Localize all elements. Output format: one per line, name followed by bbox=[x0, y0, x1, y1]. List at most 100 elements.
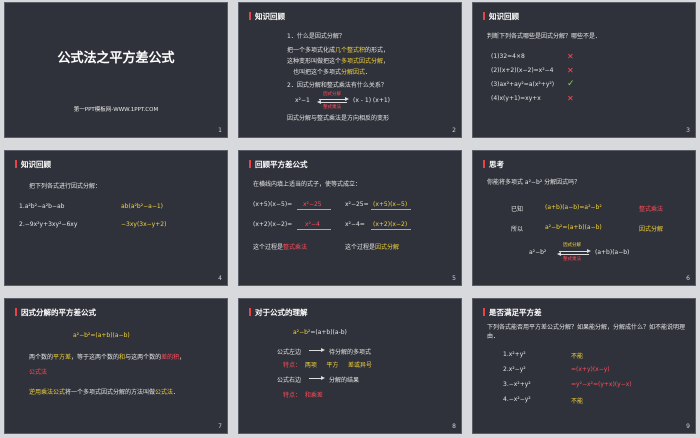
expr-right: (x - 1) (x+1) bbox=[353, 97, 391, 104]
slide-header: 知识回顾 bbox=[483, 11, 519, 22]
question-1: 1．什么是因式分解？ bbox=[287, 33, 345, 40]
slide-header: 思考 bbox=[483, 159, 504, 170]
blank-underline bbox=[297, 209, 331, 210]
row-1-right: x²−25= bbox=[345, 201, 369, 208]
problem-2: 2.−9x²y+3xy²−6xy bbox=[19, 221, 78, 228]
right-arrow-icon bbox=[309, 376, 325, 380]
cross-icon: ✕ bbox=[567, 94, 574, 103]
question-2: 2．因式分解和整式乘法有什么关系？ bbox=[287, 82, 387, 89]
row-2-right: x²−4= bbox=[345, 221, 365, 228]
list-item: (2)(x+2)(x−2)=x²−4 bbox=[491, 67, 554, 74]
answer-2: −3xy(3x−y+2) bbox=[121, 221, 167, 228]
slide-7-thumbnail[interactable]: 因式分解的平方差公式 a²−b²=(a+b)(a−b) 两个数的平方差，等于这两… bbox=[4, 298, 228, 434]
answer-1: ab(a²b²−a−1) bbox=[121, 203, 164, 210]
label-known: 已知 bbox=[511, 206, 524, 213]
slide-number: 4 bbox=[218, 275, 222, 282]
row-2-answer: x²−4 bbox=[305, 221, 320, 228]
slide-8-thumbnail[interactable]: 对于公式的理解 a²−b²=(a+b)(a-b) 公式左边 待分解的多项式 特点… bbox=[238, 298, 462, 434]
slide-header: 知识回顾 bbox=[15, 159, 51, 170]
list-item: 3.−x²+y² bbox=[503, 381, 531, 388]
blank-underline bbox=[297, 229, 331, 230]
slide-header: 因式分解的平方差公式 bbox=[15, 307, 96, 318]
list-item: 2.x²−y² bbox=[503, 366, 526, 373]
list-answer: 不能 bbox=[571, 353, 584, 360]
slide-number: 6 bbox=[686, 275, 690, 282]
right-arrow-icon bbox=[559, 249, 591, 253]
slide-header: 是否满足平方差 bbox=[483, 307, 542, 318]
row-1-answer: x²−25 bbox=[303, 201, 322, 208]
slide-number: 2 bbox=[452, 127, 456, 134]
formula-2: a²−b²=(a+b)(a−b) bbox=[545, 224, 602, 231]
problem-1: 1.a²b²−a²b−ab bbox=[19, 203, 65, 210]
slide-3-thumbnail[interactable]: 知识回顾 判断下列各式哪些是因式分解？哪些不是． (1)32=4×8 ✕ (2)… bbox=[472, 2, 696, 138]
left-arrow-icon bbox=[317, 100, 347, 104]
slide-number: 8 bbox=[452, 423, 456, 430]
slide-6-thumbnail[interactable]: 思考 你能将多项式 a²−b² 分解因式吗？ 已知 (a+b)(a−b)=a²−… bbox=[472, 150, 696, 286]
slide-header: 知识回顾 bbox=[249, 11, 285, 22]
arrow-label-bottom: 整式乘法 bbox=[563, 257, 581, 262]
definition-line-1: 把一个多项式化成几个整式积的形式， bbox=[287, 47, 390, 54]
cross-icon: ✕ bbox=[567, 66, 574, 75]
blank-underline bbox=[371, 229, 411, 230]
row-1-left: (x+5)(x−5)= bbox=[253, 201, 293, 208]
slide-subtitle: 第一PPT模板网-WWW.1PPT.COM bbox=[73, 107, 159, 113]
slide-number: 1 bbox=[218, 127, 222, 134]
intro-text: 判断下列各式哪些是因式分解？哪些不是． bbox=[487, 33, 602, 40]
expr-left: a²−b² bbox=[529, 249, 547, 256]
slide-1-thumbnail[interactable]: 公式法之平方差公式 第一PPT模板网-WWW.1PPT.COM 1 bbox=[4, 2, 228, 138]
row-2-left: (x+2)(x−2)= bbox=[253, 221, 293, 228]
list-answer: =(x+y)(x−y) bbox=[571, 366, 610, 373]
list-item: 1.x²+y² bbox=[503, 351, 526, 358]
slide-header: 对于公式的理解 bbox=[249, 307, 308, 318]
intro-text: 你能将多项式 a²−b² 分解因式吗？ bbox=[487, 179, 581, 186]
list-item: (4)x(y+1)=xy+x bbox=[491, 95, 541, 102]
intro-text: 在横线内填上适当的式子，使等式成立： bbox=[253, 181, 362, 188]
arrow-label-bottom: 整式乘法 bbox=[323, 105, 341, 110]
definition-line-2: 这种变形叫做把这个多项式因式分解， bbox=[287, 58, 390, 65]
slide-4-thumbnail[interactable]: 知识回顾 把下列各式进行因式分解： 1.a²b²−a²b−ab ab(a²b²−… bbox=[4, 150, 228, 286]
slide-2-thumbnail[interactable]: 知识回顾 1．什么是因式分解？ 把一个多项式化成几个整式积的形式， 这种变形叫做… bbox=[238, 2, 462, 138]
explanation-line-1: 两个数的平方差，等于这两个数的和与这两个数的差的积， bbox=[29, 354, 186, 361]
left-side-features: 特点： 两项 平方 差或异号 bbox=[283, 362, 372, 369]
definition-line-3: 也叫把这个多项式分解因式． bbox=[293, 69, 372, 76]
slide-header: 回顾平方差公式 bbox=[249, 159, 308, 170]
slide-5-thumbnail[interactable]: 回顾平方差公式 在横线内填上适当的式子，使等式成立： (x+5)(x−5)= x… bbox=[238, 150, 462, 286]
arrow-label-top: 因式分解 bbox=[563, 243, 581, 248]
list-answer: 不能 bbox=[571, 398, 584, 405]
arrow-label-top: 因式分解 bbox=[323, 92, 341, 97]
formula: a²−b²=(a+b)(a-b) bbox=[293, 329, 347, 336]
slide-number: 5 bbox=[452, 275, 456, 282]
formula-method: 公式法 bbox=[29, 369, 48, 376]
list-item: (1)32=4×8 bbox=[491, 53, 525, 60]
list-item: 4.−x²−y² bbox=[503, 396, 531, 403]
row-2-answer-2: (x+2)(x−2) bbox=[373, 221, 408, 228]
slide-number: 7 bbox=[218, 423, 222, 430]
expr-left: x²−1 bbox=[295, 97, 310, 104]
slide-number: 3 bbox=[686, 127, 690, 134]
expr-right: (a+b)(a−b) bbox=[595, 249, 630, 256]
right-arrow-icon bbox=[319, 97, 349, 101]
slide-title: 公式法之平方差公式 bbox=[57, 51, 175, 66]
left-side-value: 待分解的多项式 bbox=[329, 349, 372, 356]
slide-number: 9 bbox=[686, 423, 690, 430]
conclusion: 因式分解与整式乘法是方向相反的变形 bbox=[287, 115, 390, 122]
left-arrow-icon bbox=[557, 252, 589, 256]
right-side-features: 特点： 和乘差 bbox=[283, 392, 323, 399]
slide-9-thumbnail[interactable]: 是否满足平方差 下列各式能否用平方差公式分解？如果能分解，分解成什么？如不能说明… bbox=[472, 298, 696, 434]
cross-icon: ✕ bbox=[567, 52, 574, 61]
right-side-label: 公式右边 bbox=[277, 377, 302, 384]
note-1: 整式乘法 bbox=[639, 206, 664, 213]
right-side-value: 分解的结果 bbox=[329, 377, 360, 384]
blank-underline bbox=[371, 209, 411, 210]
label-therefore: 所以 bbox=[511, 226, 524, 233]
note-2: 因式分解 bbox=[639, 226, 664, 233]
row-1-answer-2: (x+5)(x−5) bbox=[373, 201, 408, 208]
list-answer: =y²−x²=(y+x)(y−x) bbox=[571, 381, 632, 388]
check-icon: ✓ bbox=[567, 79, 575, 89]
conclusion-1: 这个过程是整式乘法 bbox=[253, 244, 308, 251]
explanation-line-3: 逆用乘法公式将一个多项式因式分解的方法叫做公式法． bbox=[29, 389, 180, 396]
conclusion-2: 这个过程是因式分解 bbox=[345, 244, 400, 251]
formula: a²−b²=(a+b)(a−b) bbox=[73, 332, 130, 339]
intro-text: 把下列各式进行因式分解： bbox=[29, 183, 102, 190]
formula-1: (a+b)(a−b)=a²−b² bbox=[545, 204, 602, 211]
